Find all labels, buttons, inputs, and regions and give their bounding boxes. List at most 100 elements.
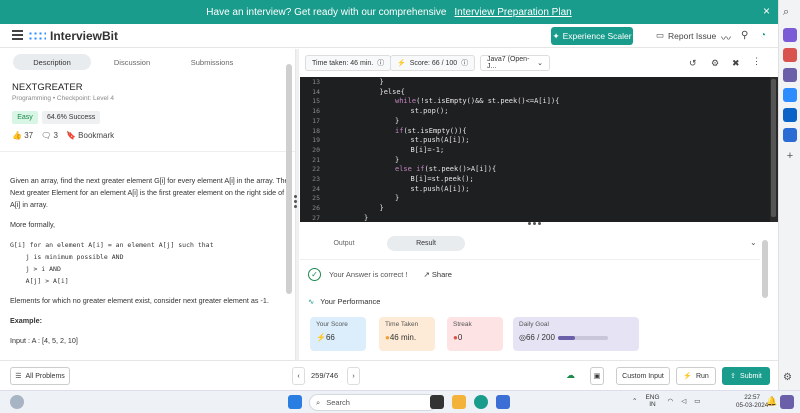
search-icon[interactable]: ⌕ (783, 6, 797, 20)
problem-title: NEXTGREATER (12, 82, 83, 93)
chevron-up-icon[interactable]: ⌃ (632, 397, 637, 405)
tab-result[interactable]: Result (387, 236, 465, 251)
success-badge: 64.6% Success (42, 111, 101, 124)
comment-icon: 🗨 (41, 131, 52, 140)
notification-icon[interactable]: ◔ (760, 30, 766, 41)
activity-icon[interactable]: 〰 (721, 30, 731, 45)
next-problem-button[interactable]: › (347, 367, 360, 385)
score-display: ⚡ Score: 66 / 100 ⓘ (390, 55, 476, 71)
settings-icon[interactable]: ⚙ (711, 58, 719, 69)
custom-input-button[interactable]: Custom Input (616, 367, 670, 385)
line-number: 26 (312, 204, 320, 213)
code-editor[interactable]: 13} 14}else{15 while(!st.isEmpty()&& st.pe… (300, 77, 770, 222)
code-line: } (364, 213, 369, 222)
line-number: 14 (312, 87, 320, 96)
volume-icon[interactable]: ◁ (681, 397, 686, 405)
weather-icon[interactable] (10, 395, 24, 409)
outlook-icon[interactable] (783, 108, 797, 122)
scroll-thumb[interactable] (286, 64, 292, 294)
daily-goal-progress (558, 336, 608, 340)
shopping-icon[interactable] (783, 48, 797, 62)
language-value: Java7 (Open-J... (487, 56, 530, 70)
line-number: 20 (312, 145, 320, 154)
taskbar-search[interactable]: ⌕ Search (309, 394, 437, 411)
card-value: ●0 (453, 333, 497, 342)
fullscreen-icon[interactable]: ✖ (732, 58, 740, 69)
menu-icon[interactable] (12, 30, 23, 40)
tab-submissions[interactable]: Submissions (180, 54, 244, 70)
close-icon[interactable]: × (763, 4, 770, 18)
code-line: if(st.isEmpty()){ (395, 126, 467, 135)
problem-pager: 259/746 (311, 371, 339, 380)
task-view-icon[interactable] (430, 395, 444, 409)
comments-button[interactable]: 🗨 3 (41, 131, 58, 140)
line-number: 23 (312, 175, 320, 183)
tab-output[interactable]: Output (305, 236, 383, 251)
console-icon[interactable]: ▣ (590, 367, 604, 385)
code-line: st.push(A[i]); (410, 136, 470, 145)
drag-handle-icon[interactable] (294, 195, 298, 211)
reset-icon[interactable]: ↺ (689, 58, 697, 69)
collapse-chevron-icon[interactable]: ⌄ (750, 238, 757, 247)
language-select[interactable]: Java7 (Open-J... ⌄ (480, 55, 550, 71)
prev-problem-button[interactable]: ‹ (292, 367, 305, 385)
wifi-icon[interactable]: ◠ (668, 397, 674, 405)
submit-button[interactable]: ⇪ Submit (722, 367, 770, 385)
copilot-icon[interactable] (783, 28, 797, 42)
user-icon[interactable]: ⚲ (741, 30, 748, 41)
info-icon[interactable]: ⓘ (377, 58, 384, 68)
clock[interactable]: 22:57 05-03-2024 (736, 394, 768, 410)
card-label: Streak (453, 321, 472, 328)
share-button[interactable]: ↗ Share (424, 270, 452, 279)
logo-mark-icon (28, 31, 46, 41)
edge-browser-icon[interactable] (474, 395, 488, 409)
telegram-icon[interactable] (783, 128, 797, 142)
store-icon[interactable] (496, 395, 510, 409)
run-button[interactable]: ⚡ Run (676, 367, 716, 385)
more-icon[interactable]: ⋮ (752, 56, 761, 67)
all-problems-button[interactable]: ☰ All Problems (10, 367, 70, 385)
report-issue-button[interactable]: ▭ Report Issue (656, 30, 716, 41)
tools-icon[interactable] (783, 68, 797, 82)
scroll-thumb[interactable] (771, 79, 776, 217)
copilot-taskbar-icon[interactable] (780, 395, 794, 409)
tab-discussion[interactable]: Discussion (100, 54, 164, 70)
bookmark-button[interactable]: 🔖 Bookmark (66, 131, 114, 140)
add-icon[interactable]: + (783, 150, 797, 164)
result-status: ✓ Your Answer is correct ! ↗ Share (308, 268, 452, 281)
problem-stats: 👍 37 🗨 3 🔖 Bookmark (12, 131, 114, 140)
experience-scaler-button[interactable]: ✦ Experience Scaler (551, 27, 633, 45)
pulse-icon: ∿ (308, 297, 315, 306)
windows-start-icon[interactable] (288, 395, 302, 409)
logo[interactable]: InterviewBit (28, 29, 118, 43)
scroll-thumb[interactable] (762, 240, 768, 298)
code-line: st.push(A[i]); (410, 184, 470, 193)
result-message: Your Answer is correct ! (329, 270, 408, 279)
tab-description[interactable]: Description (13, 54, 91, 70)
search-icon: ⌕ (316, 397, 321, 407)
system-tray: ⌃ ENG IN ◠ ◁ ▭ (632, 394, 700, 408)
description-paragraph: More formally, (10, 220, 55, 229)
notification-bell-icon[interactable]: 🔔 (766, 396, 777, 407)
games-icon[interactable] (783, 88, 797, 102)
line-number: 17 (312, 116, 320, 125)
language-indicator[interactable]: ENG IN (645, 394, 659, 408)
code-scrollbar[interactable] (770, 77, 778, 222)
code-line: } (395, 116, 400, 125)
like-button[interactable]: 👍 37 (12, 131, 33, 140)
code-line: }else{ (379, 87, 405, 96)
file-explorer-icon[interactable] (452, 395, 466, 409)
info-icon[interactable]: ⓘ (461, 58, 468, 68)
editor-toolbar: Time taken: 46 min. ⓘ ⚡ Score: 66 / 100 … (300, 49, 778, 77)
result-scrollbar[interactable] (762, 238, 768, 360)
battery-icon[interactable]: ▭ (694, 397, 700, 405)
description-scrollbar[interactable] (286, 50, 292, 358)
code-line: st.pop(); (410, 107, 449, 116)
chevron-right-icon: › (352, 372, 355, 380)
interview-plan-link[interactable]: Interview Preparation Plan (454, 7, 571, 18)
settings-icon[interactable]: ⚙ (783, 372, 797, 386)
comment-count: 3 (53, 131, 58, 140)
code-line: } (379, 78, 384, 86)
bolt-icon: ⚡ (316, 333, 326, 342)
code-line: } (395, 155, 400, 164)
